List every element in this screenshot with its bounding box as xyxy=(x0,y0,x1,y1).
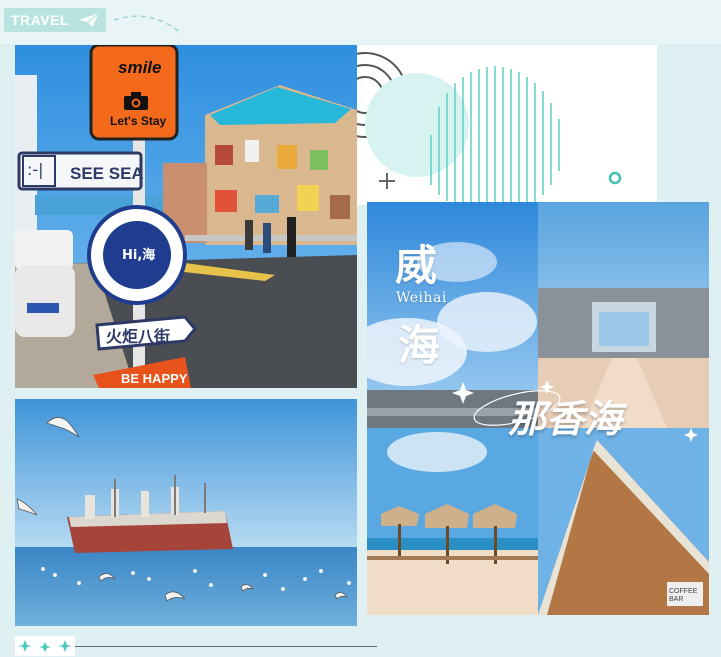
street-signs-photo xyxy=(15,45,357,388)
badge-hi-sea: Hi,海 xyxy=(122,248,156,263)
travel-collage-page: TRAVEL smile Let's Stay:-| SEE SEA Hi,海… xyxy=(0,0,721,657)
face-icon: :-| xyxy=(27,160,44,179)
shipwreck-photo xyxy=(15,399,357,626)
travel-tag: TRAVEL xyxy=(4,8,106,32)
place-name-title: 那香海 xyxy=(508,397,623,441)
decorative-circles xyxy=(357,52,622,205)
travel-tag-label: TRAVEL xyxy=(11,12,69,28)
sign-be-happy: BE HAPPY xyxy=(121,371,188,386)
sign-smile: smile xyxy=(118,58,162,77)
sign-lets-stay: Let's Stay xyxy=(110,114,167,128)
sign-street-name: 火炬八街 xyxy=(106,327,171,346)
paper-plane-icon xyxy=(79,12,100,27)
coffee-bar-sign: COFFEE BAR xyxy=(669,588,698,603)
divider-line xyxy=(75,646,377,647)
header-band xyxy=(0,0,721,44)
city-char-hai: 海 xyxy=(398,321,441,370)
city-char-wei: 威 xyxy=(395,241,438,290)
sparkle-decor xyxy=(15,636,75,656)
sparkle-icons xyxy=(18,640,72,652)
sign-see-sea: SEE SEA xyxy=(70,164,144,183)
camera-icon xyxy=(124,92,148,110)
dashed-flight-path-icon xyxy=(113,15,183,35)
city-name-en: Weihai xyxy=(396,290,447,306)
